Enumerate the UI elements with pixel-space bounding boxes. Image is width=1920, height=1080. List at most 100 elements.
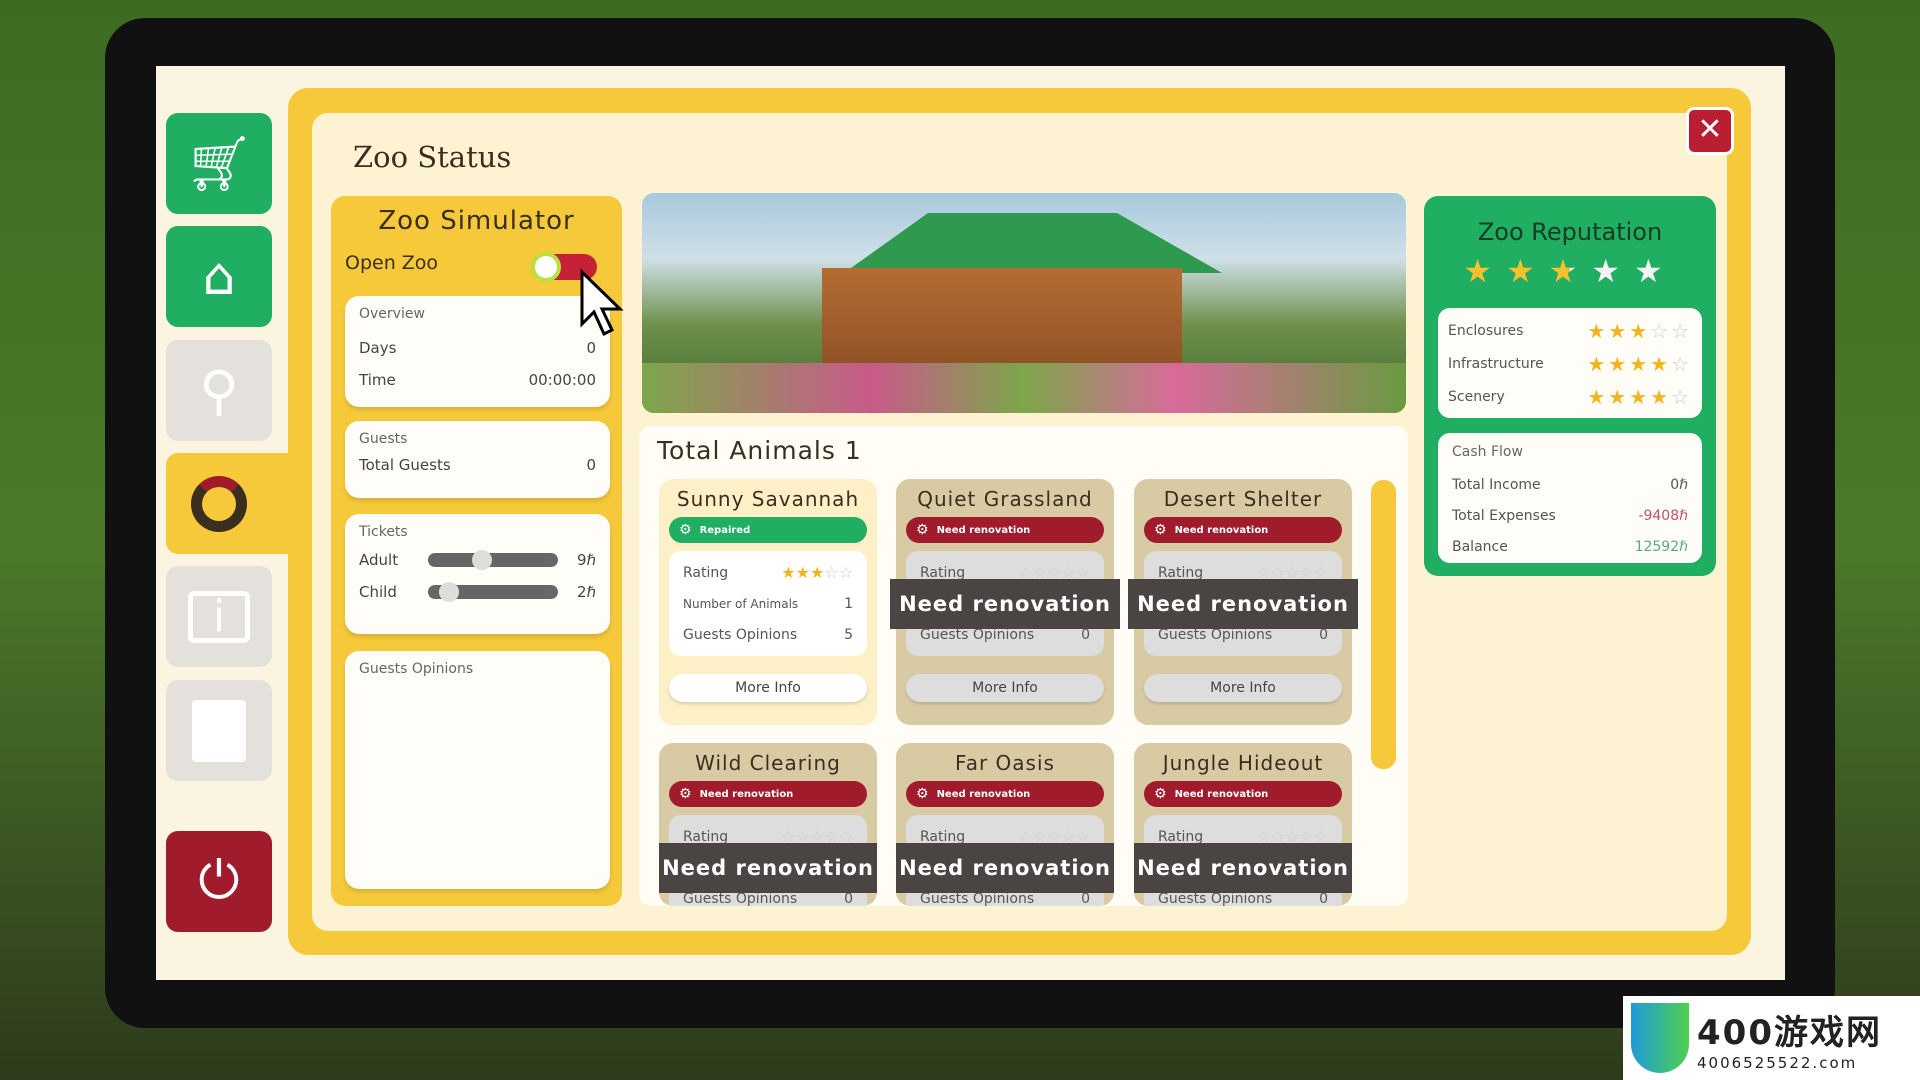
enclosure-name: Jungle Hideout [1162,751,1324,775]
adult-price-slider[interactable] [427,550,558,570]
mouse-cursor-icon [580,268,624,337]
time-value: 00:00:00 [528,371,596,389]
status-badge: ⚙ Need renovation [1144,517,1342,543]
panel-title: Zoo Simulator [378,206,575,236]
more-info-button[interactable]: More Info [906,674,1104,702]
income-value: 0ℏ [1670,476,1688,493]
days-label: Days [359,339,397,357]
opinions-label: Guests Opinions [683,626,798,643]
paw-search-icon: ⚲ [199,359,239,422]
gear-icon: ⚙ [679,522,692,538]
enclosure-card: Quiet Grassland ⚙ Need renovation Rating ☆… [890,479,1120,725]
adult-price: 9ℏ [576,551,596,569]
rating-stars: ★★★☆☆ [1587,318,1692,343]
close-button[interactable]: ✕ [1686,107,1734,155]
status-text: Need renovation [936,788,1031,800]
child-price: 2ℏ [576,583,596,601]
reputation-item: Enclosures ★★★☆☆ [1448,314,1692,347]
adult-label: Adult [359,551,399,569]
paw-house-icon: ⌂ [202,246,236,307]
gear-icon: ⚙ [679,786,692,802]
expenses-label: Total Expenses [1452,507,1556,524]
encyclopedia-button[interactable] [166,680,272,781]
num-animals-value: 1 [844,595,853,612]
star-icon: ★ [1634,252,1677,290]
overview-heading: Overview [359,306,425,322]
zoo-status-icon [191,475,247,532]
total-guests-label: Total Guests [359,456,451,474]
income-label: Total Income [1452,476,1541,493]
scrollbar[interactable] [1371,480,1396,769]
days-value: 0 [586,339,596,357]
watermark-logo: 400游戏网 4006525522.com [1623,996,1920,1080]
status-text: Need renovation [1174,524,1269,536]
guests-heading: Guests [359,431,408,447]
status-text: Need renovation [936,524,1031,536]
child-label: Child [359,583,397,601]
renovation-overlay: Need renovation [1128,579,1358,629]
status-text: Need renovation [1174,788,1269,800]
star-icon: ★ [1505,252,1549,290]
cash-flow-card: Cash Flow Total Income 0ℏ Total Expenses -… [1438,433,1702,563]
enclosure-name: Sunny Savannah [676,487,860,511]
reputation-label: Enclosures [1448,322,1524,339]
status-badge: ⚙ Repaired [669,517,867,543]
total-animals-title: Total Animals 1 [657,436,862,465]
rating-label: Rating [683,564,729,581]
search-animals-button[interactable]: ⚲ [166,340,272,441]
rating-stars: ★★★☆☆ [781,563,853,582]
paw-book-icon [192,699,246,762]
status-text: Repaired [699,524,751,536]
rating-stars: ★★★★☆ [1587,351,1692,376]
enclosure-info: Rating ★★★☆☆ Number of Animals 1 Guests Op… [669,551,867,656]
shop-button[interactable]: 🛒︎ [166,113,272,214]
renovation-overlay: Need renovation [890,579,1120,629]
enclosure-name: Desert Shelter [1163,487,1323,511]
status-text: Need renovation [699,788,794,800]
info-button[interactable]: i [166,566,272,667]
gear-icon: ⚙ [916,522,929,538]
enclosure-card: Jungle Hideout ⚙ Need renovation Rating ☆☆… [1134,743,1352,906]
star-icon: ★ [1548,252,1592,290]
overview-card: Overview Days 0 Time 00:00:00 [345,296,610,407]
tickets-card: Tickets Adult 9ℏ Child 2ℏ [345,514,610,634]
gear-icon: ⚙ [916,786,929,802]
enclosure-name: Quiet Grassland [917,487,1093,511]
reputation-label: Scenery [1448,388,1505,405]
child-price-slider[interactable] [427,582,558,602]
renovation-overlay: Need renovation [1134,843,1352,893]
more-info-button[interactable]: More Info [669,674,867,702]
reputation-title: Zoo Reputation [1477,218,1663,246]
reputation-stars: ★★★★★ [1424,252,1716,290]
balance-value: 12592ℏ [1634,538,1688,555]
balance-label: Balance [1452,538,1508,555]
status-badge: ⚙ Need renovation [906,517,1104,543]
reputation-item: Infrastructure ★★★★☆ [1448,347,1692,380]
power-icon: ⏻ [198,851,240,911]
enclosure-card: Sunny Savannah ⚙ Repaired Rating ★★★☆☆ Num… [659,479,877,725]
enclosure-name: Wild Clearing [695,751,841,775]
renovation-overlay: Need renovation [896,843,1114,893]
num-animals-label: Number of Animals [683,596,799,611]
time-label: Time [359,371,396,389]
power-button[interactable]: ⏻ [166,831,272,932]
info-icon: i [188,590,250,643]
open-zoo-label: Open Zoo [345,252,439,274]
opinions-value: 5 [844,626,853,643]
renovation-overlay: Need renovation [659,843,877,893]
enclosure-card: Wild Clearing ⚙ Need renovation Rating ☆☆☆… [659,743,877,906]
gear-icon: ⚙ [1154,522,1167,538]
expenses-value: -9408ℏ [1638,507,1688,524]
more-info-button[interactable]: More Info [1144,674,1342,702]
zoo-button[interactable]: ⌂ [166,226,272,327]
status-badge: ⚙ Need renovation [669,781,867,807]
enclosure-name: Far Oasis [955,751,1055,775]
zoo-building-image [642,193,1406,413]
status-badge: ⚙ Need renovation [1144,781,1342,807]
reputation-label: Infrastructure [1448,355,1544,372]
reputation-item: Scenery ★★★★☆ [1448,380,1692,413]
reputation-breakdown: Enclosures ★★★☆☆ Infrastructure ★★★★☆ Scener… [1438,308,1702,418]
cart-icon: 🛒︎ [184,131,254,195]
zoo-status-button[interactable] [166,453,306,554]
guests-opinions-card: Guests Opinions [345,651,610,889]
